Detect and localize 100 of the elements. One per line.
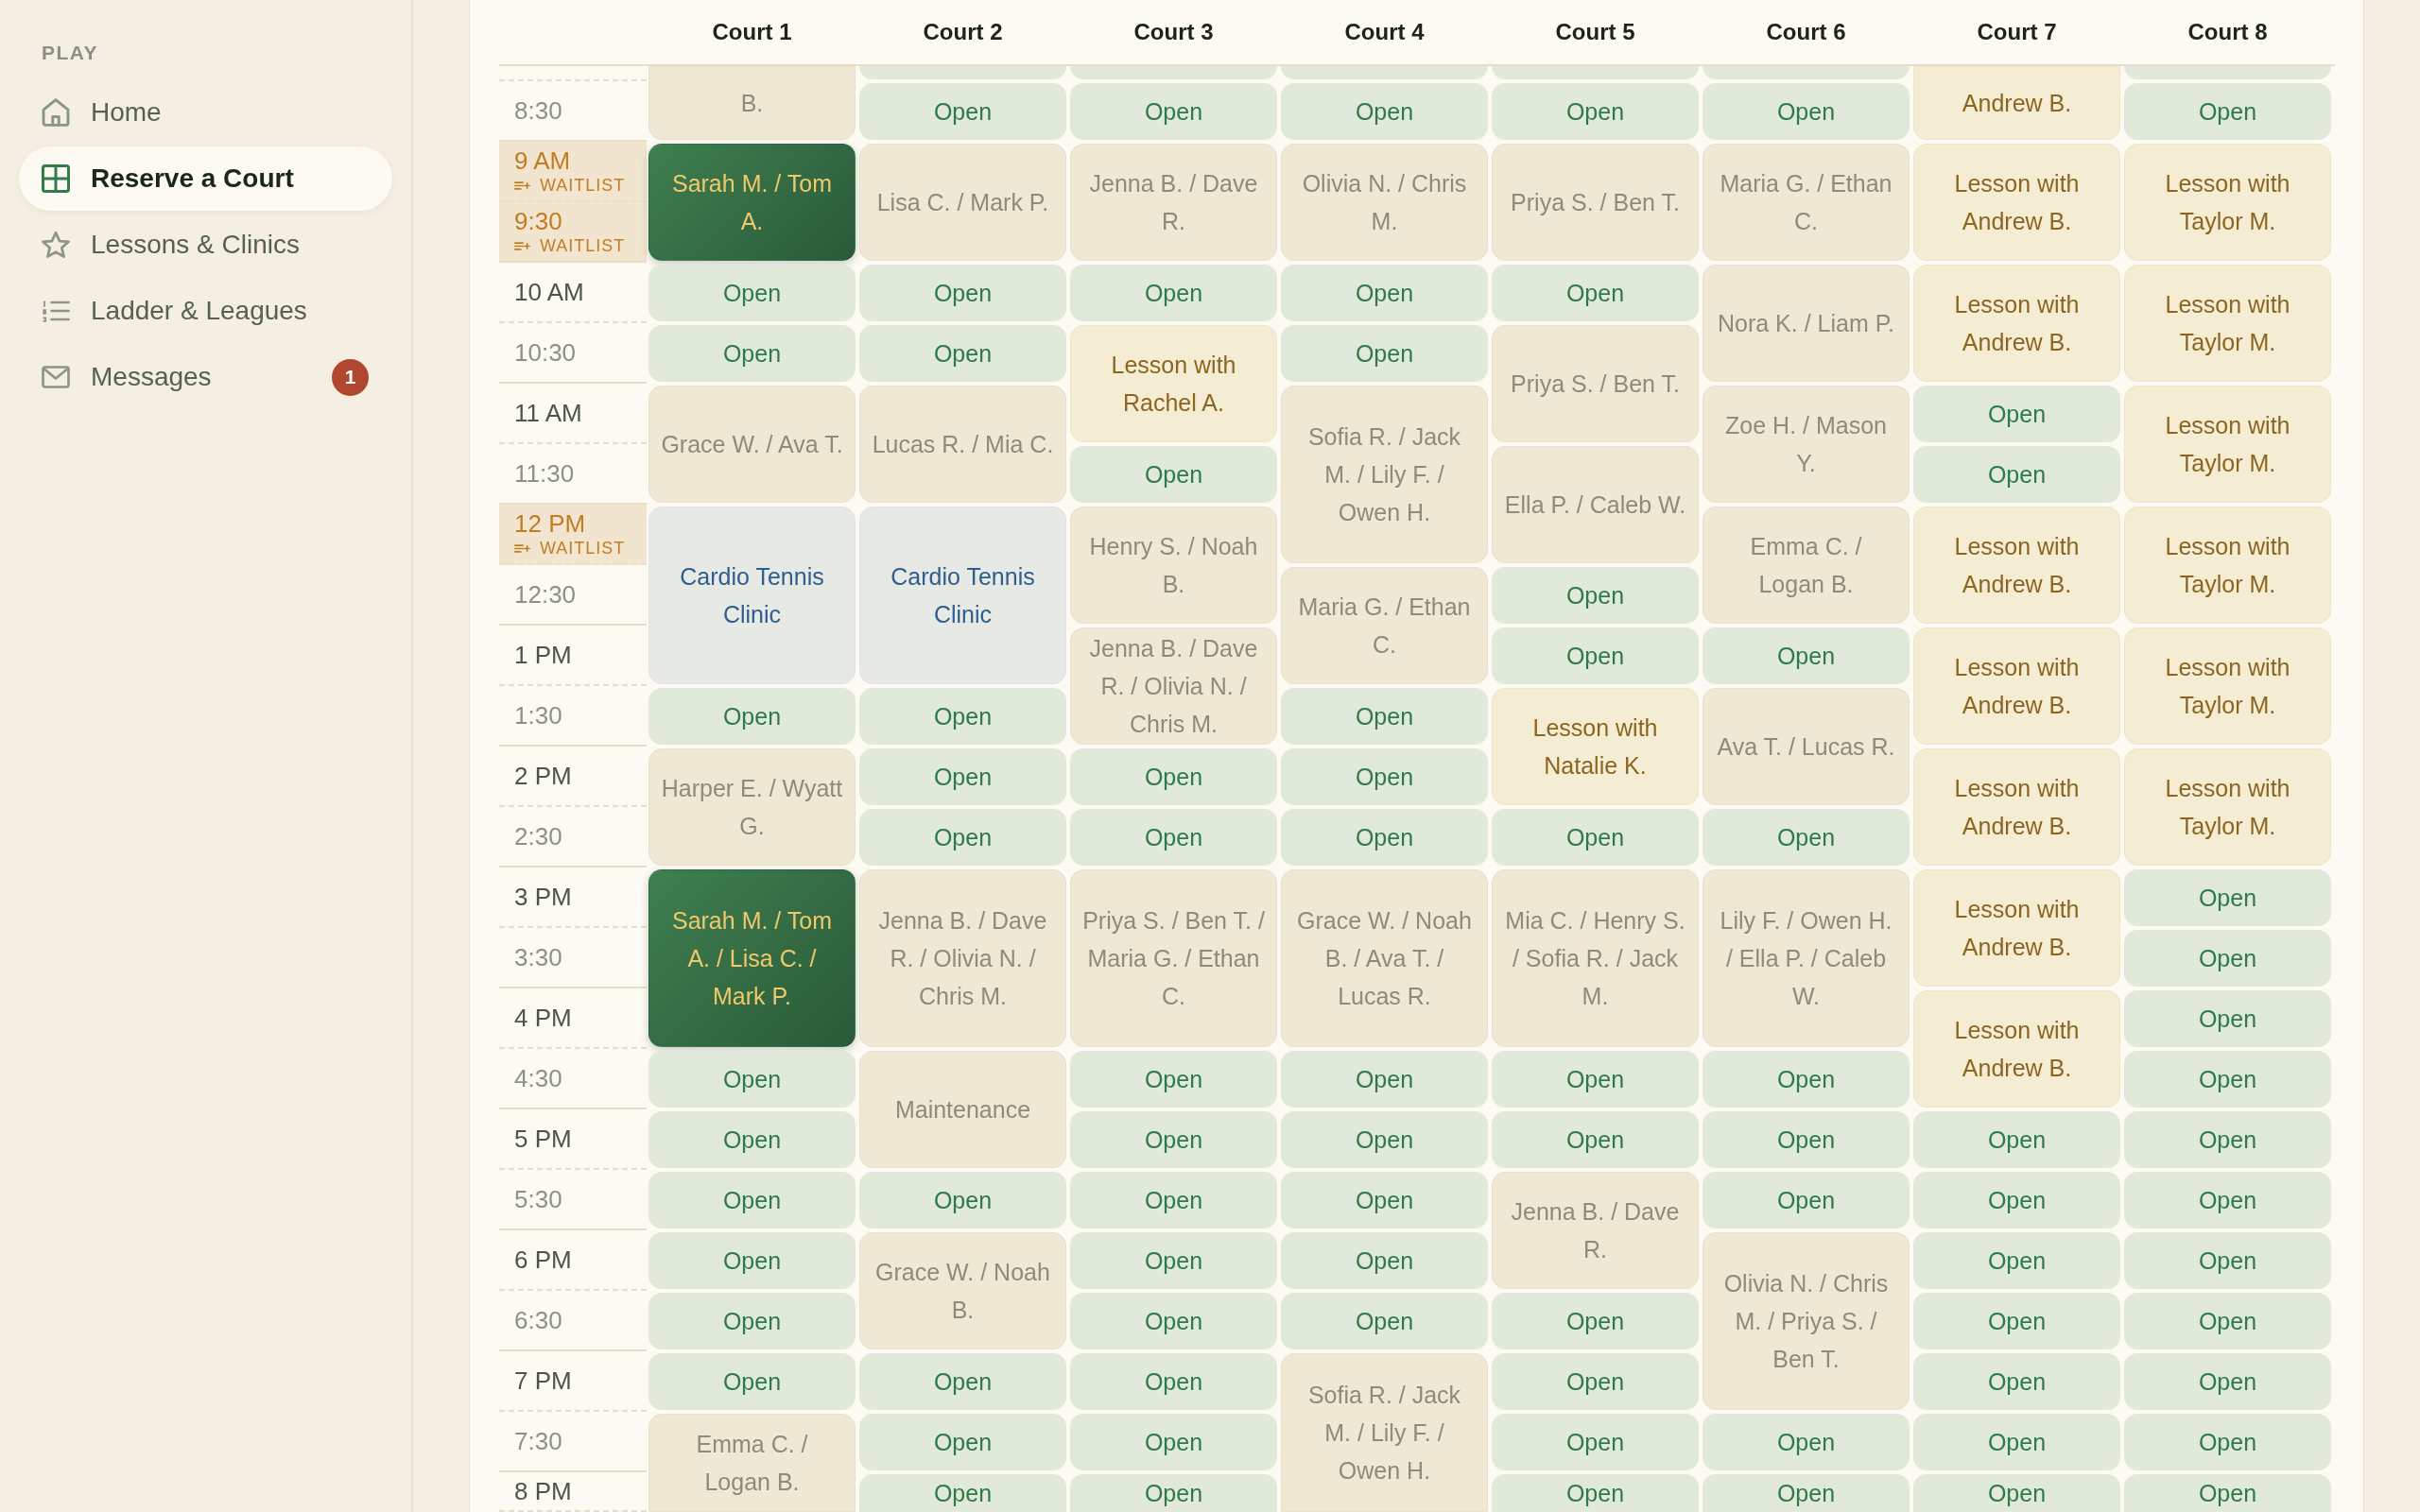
open-slot-button[interactable]: Open xyxy=(648,1111,856,1168)
open-slot-button[interactable]: Open xyxy=(648,265,856,321)
open-slot[interactable] xyxy=(1281,66,1488,79)
open-slot-button[interactable]: Open xyxy=(2124,1414,2331,1470)
open-slot-button[interactable]: Open xyxy=(1913,1293,2120,1349)
open-slot-button[interactable]: Open xyxy=(1913,1353,2120,1410)
open-slot-button[interactable]: Open xyxy=(1703,1051,1910,1108)
waitlist-button[interactable]: WAITLIST xyxy=(514,175,626,196)
open-slot-button[interactable]: Open xyxy=(648,1293,856,1349)
open-slot-button[interactable]: Open xyxy=(859,325,1066,382)
open-slot[interactable] xyxy=(1070,66,1277,79)
open-slot-button[interactable]: Open xyxy=(2124,83,2331,140)
open-slot-button[interactable]: Open xyxy=(2124,1353,2331,1410)
open-slot-button[interactable]: Open xyxy=(1703,1111,1910,1168)
open-slot-button[interactable]: Open xyxy=(1281,1293,1488,1349)
open-slot-button[interactable]: Open xyxy=(1703,1474,1910,1512)
open-slot-button[interactable]: Open xyxy=(1070,1353,1277,1410)
open-slot-button[interactable]: Open xyxy=(1070,1111,1277,1168)
open-slot-button[interactable]: Open xyxy=(1492,567,1699,624)
nav-item[interactable]: Home xyxy=(19,80,392,145)
open-slot-button[interactable]: Open xyxy=(1492,265,1699,321)
open-slot-button[interactable]: Open xyxy=(1703,627,1910,684)
open-slot[interactable] xyxy=(859,66,1066,79)
open-slot-button[interactable]: Open xyxy=(1492,627,1699,684)
waitlist-button[interactable]: WAITLIST xyxy=(514,538,626,558)
open-slot-button[interactable]: Open xyxy=(859,1474,1066,1512)
open-slot-button[interactable]: Open xyxy=(2124,930,2331,987)
waitlist-button[interactable]: WAITLIST xyxy=(514,235,626,256)
open-slot-button[interactable]: Open xyxy=(1281,809,1488,866)
open-slot-button[interactable]: Open xyxy=(859,688,1066,745)
open-slot-button[interactable]: Open xyxy=(1070,809,1277,866)
open-slot-button[interactable]: Open xyxy=(1492,1051,1699,1108)
open-slot-button[interactable]: Open xyxy=(1281,325,1488,382)
open-slot-button[interactable]: Open xyxy=(1492,1353,1699,1410)
open-slot-button[interactable]: Open xyxy=(1913,1414,2120,1470)
open-slot-button[interactable]: Open xyxy=(859,748,1066,805)
open-slot-button[interactable]: Open xyxy=(1913,1232,2120,1289)
open-slot-button[interactable]: Open xyxy=(1913,1172,2120,1228)
open-slot-button[interactable]: Open xyxy=(648,1051,856,1108)
open-slot-button[interactable]: Open xyxy=(1070,1414,1277,1470)
open-slot-button[interactable]: Open xyxy=(1913,1474,2120,1512)
open-slot-button[interactable]: Open xyxy=(2124,1293,2331,1349)
open-slot-button[interactable]: Open xyxy=(1070,265,1277,321)
open-slot-button[interactable]: Open xyxy=(1070,1293,1277,1349)
open-slot-button[interactable]: Open xyxy=(859,83,1066,140)
open-slot-button[interactable]: Open xyxy=(648,1353,856,1410)
open-slot-button[interactable]: Open xyxy=(859,1414,1066,1470)
open-slot[interactable] xyxy=(1703,66,1910,79)
open-slot-button[interactable]: Open xyxy=(1492,1414,1699,1470)
nav-item[interactable]: Lessons & Clinics xyxy=(19,213,392,277)
open-slot[interactable] xyxy=(2124,66,2331,79)
open-slot-button[interactable]: Open xyxy=(1070,1172,1277,1228)
open-slot-button[interactable]: Open xyxy=(1070,1051,1277,1108)
open-slot-button[interactable]: Open xyxy=(1703,83,1910,140)
nav-item[interactable]: Ladder & Leagues xyxy=(19,279,392,343)
open-slot-button[interactable]: Open xyxy=(1281,265,1488,321)
time-label: 2 PM xyxy=(514,762,572,790)
time-label: 7:30 xyxy=(514,1427,562,1455)
open-slot-button[interactable]: Open xyxy=(2124,869,2331,926)
open-slot-button[interactable]: Open xyxy=(1913,386,2120,442)
open-slot-button[interactable]: Open xyxy=(1492,809,1699,866)
open-slot-button[interactable]: Open xyxy=(1070,83,1277,140)
open-slot-button[interactable]: Open xyxy=(1703,1414,1910,1470)
open-slot-button[interactable]: Open xyxy=(1281,1051,1488,1108)
open-slot-button[interactable]: Open xyxy=(1070,748,1277,805)
open-slot-button[interactable]: Open xyxy=(859,265,1066,321)
open-slot-button[interactable]: Open xyxy=(2124,1111,2331,1168)
open-slot-button[interactable]: Open xyxy=(859,1353,1066,1410)
open-slot-button[interactable]: Open xyxy=(1281,688,1488,745)
open-slot-button[interactable]: Open xyxy=(1492,1111,1699,1168)
open-slot-button[interactable]: Open xyxy=(1281,83,1488,140)
open-slot-button[interactable]: Open xyxy=(1070,1474,1277,1512)
open-slot-button[interactable]: Open xyxy=(648,1172,856,1228)
open-slot-button[interactable]: Open xyxy=(1281,748,1488,805)
open-slot-button[interactable]: Open xyxy=(1070,1232,1277,1289)
open-slot-button[interactable]: Open xyxy=(2124,1474,2331,1512)
open-slot-button[interactable]: Open xyxy=(1281,1232,1488,1289)
open-slot-button[interactable]: Open xyxy=(1492,83,1699,140)
open-slot-button[interactable]: Open xyxy=(2124,990,2331,1047)
open-slot[interactable] xyxy=(1492,66,1699,79)
open-slot-button[interactable]: Open xyxy=(648,688,856,745)
open-slot-button[interactable]: Open xyxy=(1281,1111,1488,1168)
open-slot-button[interactable]: Open xyxy=(1492,1293,1699,1349)
open-slot-button[interactable]: Open xyxy=(648,1232,856,1289)
lesson-block: Lesson with Andrew B. xyxy=(1913,265,2120,382)
open-slot-button[interactable]: Open xyxy=(648,325,856,382)
open-slot-button[interactable]: Open xyxy=(1281,1172,1488,1228)
open-slot-button[interactable]: Open xyxy=(1070,446,1277,503)
open-slot-button[interactable]: Open xyxy=(2124,1051,2331,1108)
open-slot-button[interactable]: Open xyxy=(1913,446,2120,503)
open-slot-button[interactable]: Open xyxy=(1913,1111,2120,1168)
open-slot-button[interactable]: Open xyxy=(859,1172,1066,1228)
open-slot-button[interactable]: Open xyxy=(859,809,1066,866)
open-slot-button[interactable]: Open xyxy=(1703,809,1910,866)
nav-item[interactable]: Reserve a Court xyxy=(19,146,392,211)
nav-item[interactable]: Messages 1 xyxy=(19,345,392,409)
open-slot-button[interactable]: Open xyxy=(2124,1232,2331,1289)
open-slot-button[interactable]: Open xyxy=(1492,1474,1699,1512)
open-slot-button[interactable]: Open xyxy=(2124,1172,2331,1228)
open-slot-button[interactable]: Open xyxy=(1703,1172,1910,1228)
